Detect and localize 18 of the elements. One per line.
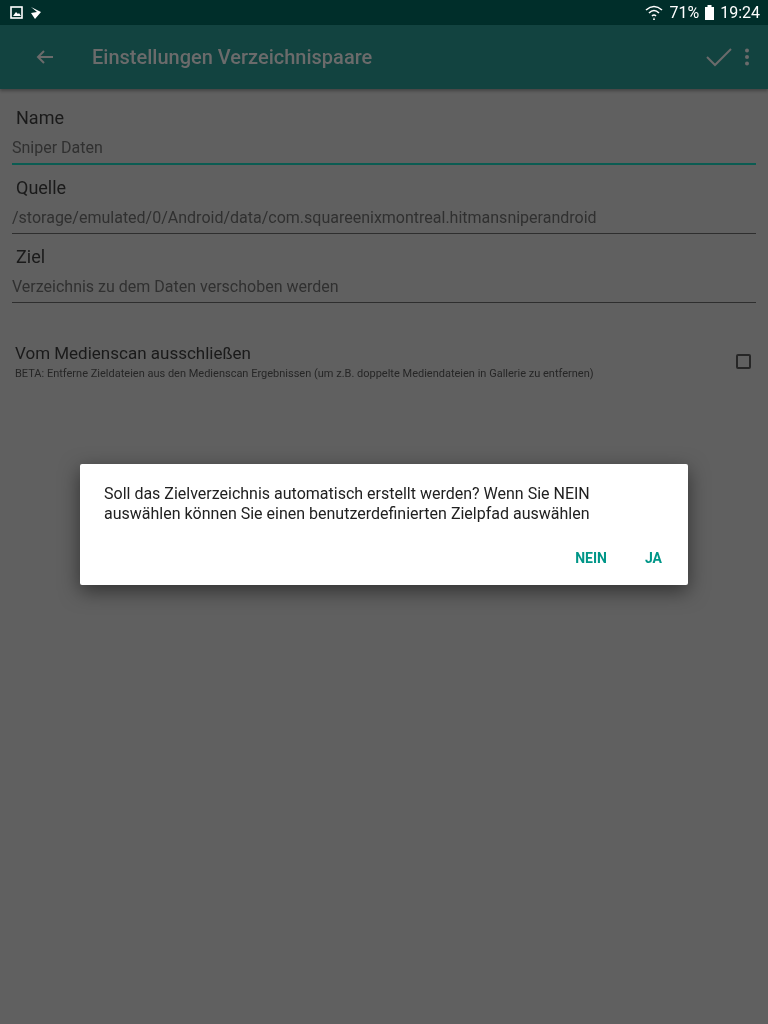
battery-percent: 71% (669, 3, 700, 22)
back-arrow-icon (36, 49, 54, 65)
wifi-icon (645, 4, 664, 21)
battery-icon (705, 5, 715, 20)
screen-title: Einstellungen Verzeichnispaare (92, 45, 374, 69)
field-label: Quelle (16, 177, 68, 198)
dialog-button[interactable]: JA (628, 542, 678, 574)
field-label: Ziel (16, 246, 47, 267)
checkmark-icon (706, 47, 732, 67)
more-icon (744, 48, 750, 66)
app-icon (29, 5, 43, 20)
image-icon (10, 6, 23, 19)
option-title: Vom Medienscan ausschließen (15, 343, 252, 363)
checkbox[interactable] (736, 354, 751, 369)
dialog-button[interactable]: NEIN (559, 542, 623, 574)
clock: 19:24 (720, 3, 760, 22)
dialog-message: Soll das Zielverzeichnis automatisch erstellt werden? Wenn Sie NEIN auswählen können Sie einen benutzerdefinierten Zielpfad auswählen (104, 484, 591, 524)
field-label: Name (16, 107, 65, 128)
